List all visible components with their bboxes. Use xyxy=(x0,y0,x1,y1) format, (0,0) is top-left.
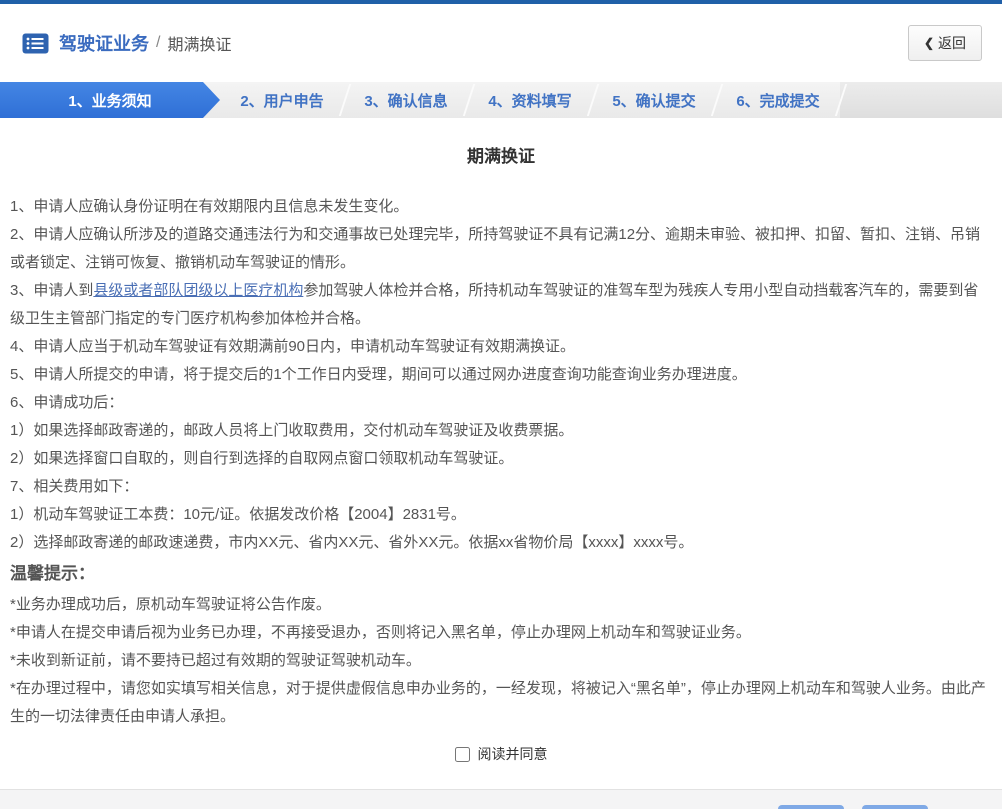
step-label: 5、确认提交 xyxy=(612,92,696,110)
notice-line: 3、申请人到县级或者部队团级以上医疗机构参加驾驶人体检并合格，所持机动车驾驶证的… xyxy=(10,277,992,333)
step-4-fill-materials: 4、资料填写 xyxy=(468,82,592,118)
step-1-business-notice: 1、业务须知 xyxy=(0,82,220,118)
step-5-confirm-submit: 5、确认提交 xyxy=(592,82,716,118)
tip-line: *未收到新证前，请不要持已超过有效期的驾驶证驾驶机动车。 xyxy=(10,652,421,669)
prev-step-button[interactable]: 上一步 xyxy=(778,805,844,809)
footer: 上一步 下一步 xyxy=(0,789,1002,809)
back-button[interactable]: ❮ 返回 xyxy=(907,25,982,61)
step-label: 6、完成提交 xyxy=(736,92,820,110)
medical-institution-emphasis: 县级或者部队团级以上医疗机构 xyxy=(93,282,304,299)
notice-line: 2）如果选择窗口自取的，则自行到选择的自取网点窗口领取机动车驾驶证。 xyxy=(10,450,514,467)
tip-line: *在办理过程中，请您如实填写相关信息，对于提供虚假信息申办业务的，一经发现，将被… xyxy=(10,680,986,725)
notice-line-part: 3、申请人到 xyxy=(10,282,94,299)
step-indicator: 1、业务须知 2、用户申告 3、确认信息 4、资料填写 5、确认提交 6、完成提… xyxy=(0,82,1002,118)
list-icon xyxy=(22,33,49,53)
notice-text: 1、申请人应确认身份证明在有效期限内且信息未发生变化。 2、申请人应确认所涉及的… xyxy=(10,193,992,731)
step-label: 4、资料填写 xyxy=(488,92,572,110)
step-label: 3、确认信息 xyxy=(364,92,448,110)
step-label: 2、用户申告 xyxy=(240,92,324,110)
agree-checkbox[interactable] xyxy=(454,746,470,762)
step-2-user-declaration: 2、用户申告 xyxy=(220,82,344,118)
back-button-label: 返回 xyxy=(938,35,966,51)
tips-title: 温馨提示： xyxy=(10,564,95,583)
notice-line: 2、申请人应确认所涉及的道路交通违法行为和交通事故已处理完毕，所持驾驶证不具有记… xyxy=(10,226,981,271)
notice-line: 7、相关费用如下： xyxy=(10,478,139,495)
tip-line: *业务办理成功后，原机动车驾驶证将公告作废。 xyxy=(10,596,331,613)
main-content: 期满换证 1、申请人应确认身份证明在有效期限内且信息未发生变化。 2、申请人应确… xyxy=(0,118,1002,767)
next-step-button[interactable]: 下一步 xyxy=(862,805,928,809)
page-title: 期满换证 xyxy=(467,147,535,166)
step-label: 1、业务须知 xyxy=(68,92,152,110)
notice-line: 1）机动车驾驶证工本费：10元/证。依据发改价格【2004】2831号。 xyxy=(10,506,466,523)
breadcrumb-section[interactable]: 驾驶证业务 xyxy=(59,30,149,56)
header: 驾驶证业务 / 期满换证 ❮ 返回 xyxy=(0,4,1002,82)
breadcrumb-separator: / xyxy=(156,34,161,51)
breadcrumb-page: 期满换证 xyxy=(167,37,232,54)
notice-line: 5、申请人所提交的申请，将于提交后的1个工作日内受理，期间可以通过网办进度查询功… xyxy=(10,366,747,383)
notice-line: 1、申请人应确认身份证明在有效期限内且信息未发生变化。 xyxy=(10,198,409,215)
step-bar-tail xyxy=(840,82,1002,118)
step-3-confirm-info: 3、确认信息 xyxy=(344,82,468,118)
step-6-complete-submit: 6、完成提交 xyxy=(716,82,840,118)
chevron-left-icon: ❮ xyxy=(923,36,934,50)
tip-line: *申请人在提交申请后视为业务已办理，不再接受退办，否则将记入黑名单，停止办理网上… xyxy=(10,624,751,641)
notice-line: 1）如果选择邮政寄递的，邮政人员将上门收取费用，交付机动车驾驶证及收费票据。 xyxy=(10,422,574,439)
notice-line: 2）选择邮政寄递的邮政速递费，市内XX元、省内XX元、省外XX元。依据xx省物价… xyxy=(10,534,694,551)
notice-line: 6、申请成功后： xyxy=(10,394,124,411)
agreement-row: 阅读并同意 xyxy=(10,741,992,767)
agree-label[interactable]: 阅读并同意 xyxy=(478,744,548,764)
notice-line: 4、申请人应当于机动车驾驶证有效期满前90日内，申请机动车驾驶证有效期满换证。 xyxy=(10,338,576,355)
